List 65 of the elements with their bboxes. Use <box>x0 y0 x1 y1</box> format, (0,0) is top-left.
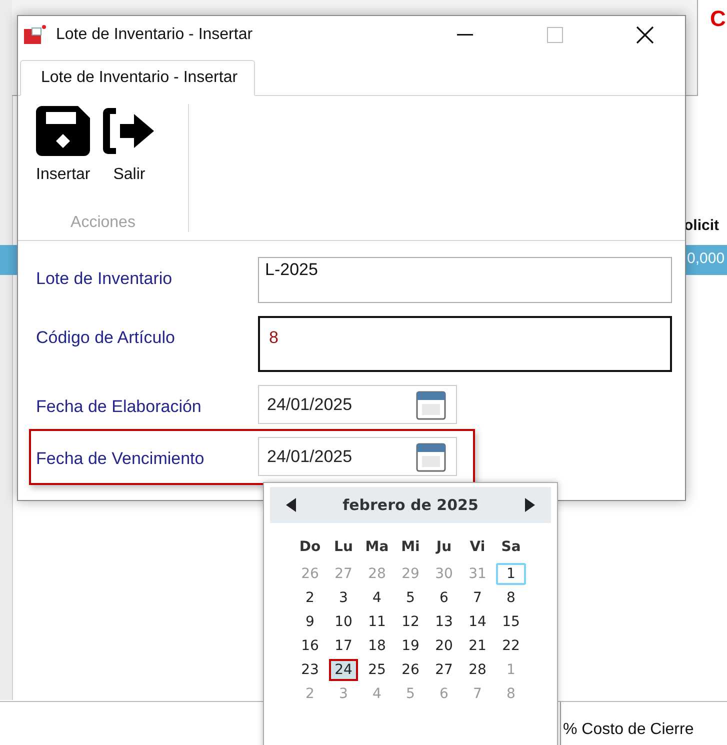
calendar-day[interactable]: 15 <box>496 611 526 633</box>
weekday-label: Ma <box>364 538 390 557</box>
field-label: Código de Artículo <box>36 327 176 348</box>
weekday-label: Lu <box>333 538 354 557</box>
calendar-day[interactable]: 4 <box>362 587 392 609</box>
minimize-icon <box>457 34 473 36</box>
date-field[interactable]: 24/01/2025 <box>258 437 457 476</box>
calendar-day[interactable]: 16 <box>295 635 325 657</box>
calendar-day[interactable]: 12 <box>396 611 426 633</box>
calendar-day[interactable]: 19 <box>396 635 426 657</box>
maximize-icon <box>547 27 563 43</box>
date-field[interactable]: 24/01/2025 <box>258 385 457 424</box>
calendar-icon[interactable] <box>416 442 446 472</box>
footer-label: % Costo de Cierre <box>563 721 694 739</box>
calendar-day[interactable]: 1 <box>496 563 526 585</box>
calendar-day[interactable]: 5 <box>396 587 426 609</box>
calendar-day[interactable]: 18 <box>362 635 392 657</box>
table-cell: 0,000 <box>687 250 725 267</box>
tab[interactable]: Lote de Inventario - Insertar <box>20 60 255 96</box>
calendar-day[interactable]: 3 <box>328 587 358 609</box>
text-field[interactable]: 8 <box>258 316 672 372</box>
calendar-icon[interactable] <box>416 390 446 420</box>
calendar-day[interactable]: 8 <box>496 587 526 609</box>
right-triangle-icon <box>524 498 535 512</box>
group-label: Acciones <box>70 214 136 232</box>
save-icon <box>36 106 90 156</box>
background-title: C <box>710 6 726 32</box>
exit-button[interactable]: Salir <box>100 104 158 186</box>
field-label: Fecha de Vencimiento <box>36 448 206 469</box>
calendar-day[interactable]: 11 <box>362 611 392 633</box>
calendar-day[interactable]: 23 <box>295 659 325 681</box>
calendar-day[interactable]: 25 <box>362 659 392 681</box>
app-icon <box>24 25 46 45</box>
weekday-label: Vi <box>468 538 486 557</box>
calendar-day[interactable]: 7 <box>462 587 492 609</box>
field-label: Fecha de Elaboración <box>36 396 202 417</box>
calendar-day[interactable]: 2 <box>295 587 325 609</box>
next-month-button[interactable] <box>524 498 535 512</box>
month-title: febrero de 2025 <box>342 496 478 514</box>
column-header: olicit <box>684 217 720 234</box>
exit-icon <box>102 106 156 156</box>
calendar-day[interactable]: 9 <box>295 611 325 633</box>
calendar-day[interactable]: 26 <box>396 659 426 681</box>
weekday-label: Do <box>298 538 322 557</box>
weekday-label: Mi <box>400 538 421 557</box>
calendar-day[interactable]: 24 <box>328 659 358 681</box>
calendar-day[interactable]: 27 <box>429 659 459 681</box>
field-label: Lote de Inventario <box>36 268 174 289</box>
close-icon <box>636 26 654 44</box>
calendar-day[interactable]: 22 <box>496 635 526 657</box>
calendar-day[interactable]: 13 <box>429 611 459 633</box>
calendar-day[interactable]: 6 <box>429 587 459 609</box>
left-triangle-icon <box>286 498 296 512</box>
text-field[interactable]: L-2025 <box>258 257 672 303</box>
calendar-day[interactable]: 14 <box>462 611 492 633</box>
window-title: Lote de Inventario - Insertar <box>56 26 254 44</box>
calendar-day[interactable]: 10 <box>328 611 358 633</box>
calendar-day[interactable]: 20 <box>429 635 459 657</box>
calendar-day[interactable]: 28 <box>462 659 492 681</box>
calendar-day[interactable]: 17 <box>328 635 358 657</box>
weekday-label: Sa <box>500 538 522 557</box>
calendar-day[interactable]: 21 <box>462 635 492 657</box>
previous-month-button[interactable] <box>286 498 296 512</box>
insert-button[interactable]: Insertar <box>34 104 92 186</box>
weekday-label: Ju <box>434 538 453 557</box>
